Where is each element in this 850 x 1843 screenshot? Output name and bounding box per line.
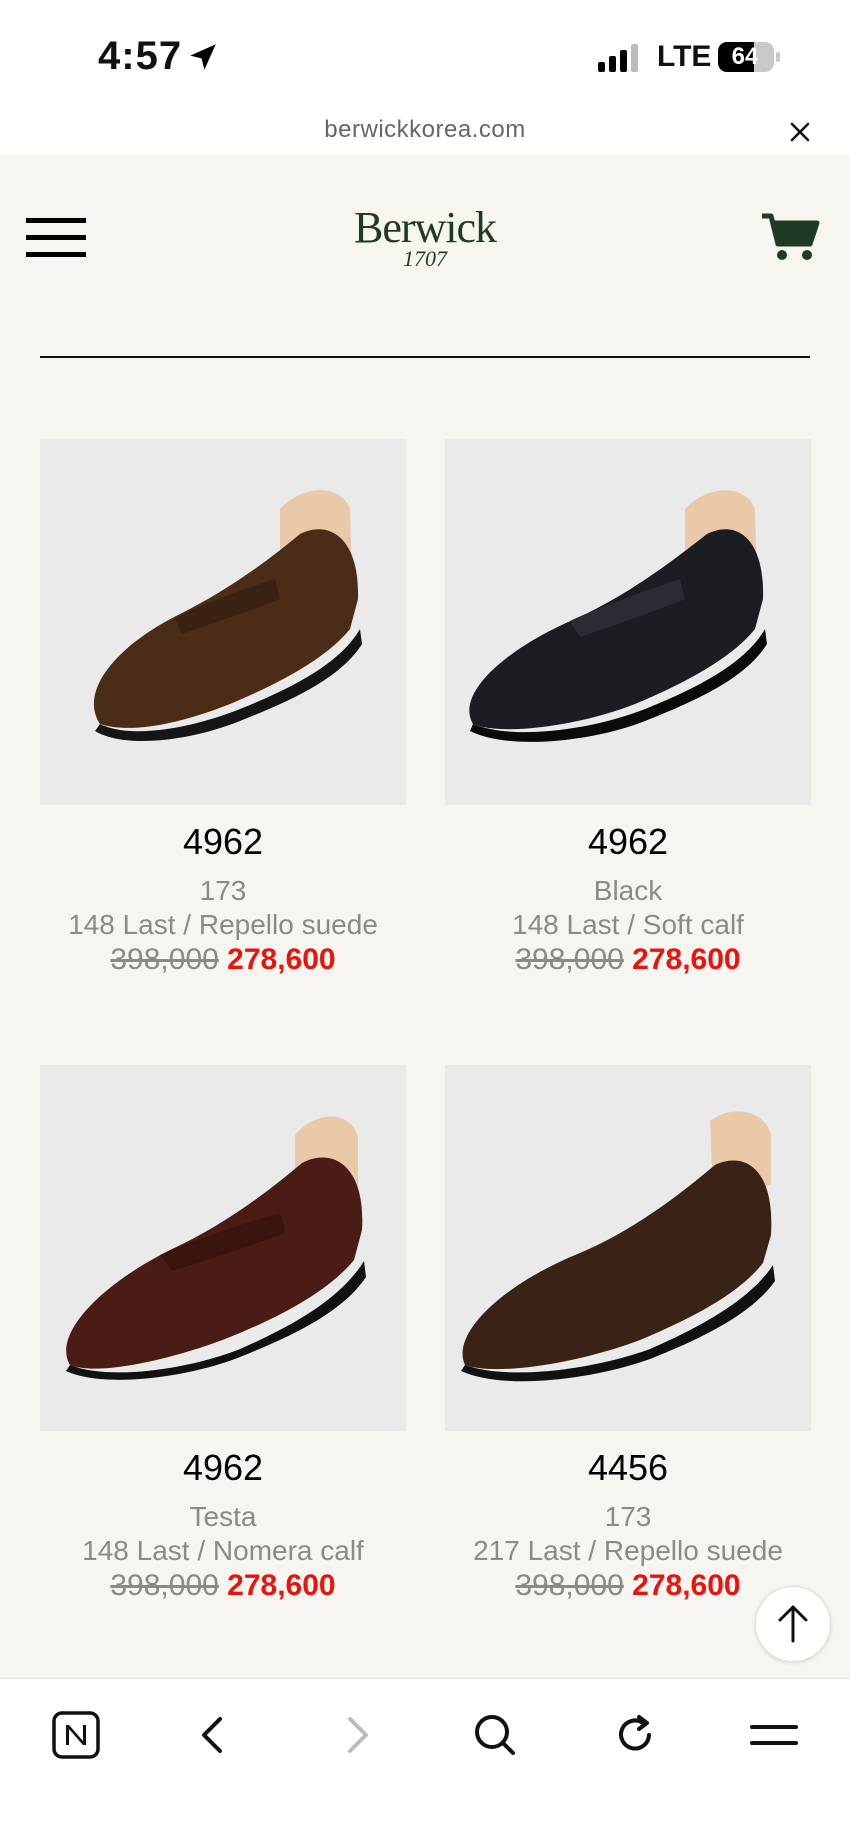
scroll-to-top-button[interactable] bbox=[755, 1586, 831, 1662]
sale-price: 278,600 bbox=[227, 1569, 336, 1602]
sale-price: 278,600 bbox=[632, 943, 741, 976]
product-model[interactable]: 4962 bbox=[445, 821, 811, 863]
network-type: LTE bbox=[657, 40, 712, 73]
original-price: 398,000 bbox=[110, 1569, 219, 1602]
search-icon[interactable] bbox=[465, 1705, 525, 1765]
refresh-icon[interactable] bbox=[605, 1705, 665, 1765]
arrow-up-icon bbox=[778, 1605, 808, 1643]
browser-url-bar: berwickkorea.com bbox=[0, 110, 850, 154]
product-price: 398,000 278,600 bbox=[445, 943, 811, 977]
menu-icon[interactable] bbox=[744, 1705, 804, 1765]
product-color: 173 bbox=[199, 875, 247, 906]
product-color: 173 bbox=[604, 1501, 652, 1532]
sale-price: 278,600 bbox=[632, 1569, 741, 1602]
browser-toolbar bbox=[0, 1678, 850, 1843]
product-model[interactable]: 4456 bbox=[445, 1447, 811, 1489]
product-spec: 148 Last / Nomera calf bbox=[82, 1535, 364, 1566]
product-price: 398,000 278,600 bbox=[40, 1569, 406, 1603]
original-price: 398,000 bbox=[515, 943, 624, 976]
logo-name: Berwick bbox=[353, 203, 497, 252]
product-spec: 217 Last / Repello suede bbox=[473, 1535, 783, 1566]
product-image[interactable] bbox=[40, 439, 406, 805]
product-model[interactable]: 4962 bbox=[40, 1447, 406, 1489]
hamburger-menu-icon[interactable] bbox=[26, 216, 86, 260]
product-image[interactable] bbox=[40, 1065, 406, 1431]
product-image[interactable] bbox=[445, 439, 811, 805]
sale-price: 278,600 bbox=[227, 943, 336, 976]
product-color: Black bbox=[593, 875, 663, 906]
location-arrow-icon bbox=[190, 44, 216, 70]
url-text[interactable]: berwickkorea.com bbox=[0, 116, 850, 144]
cart-icon[interactable] bbox=[760, 210, 820, 264]
battery-level: 64 bbox=[731, 43, 759, 70]
site-header: Berwick 1707 bbox=[0, 154, 850, 314]
product-price: 398,000 278,600 bbox=[40, 943, 406, 977]
section-divider bbox=[40, 356, 810, 358]
back-icon[interactable] bbox=[184, 1705, 244, 1765]
product-spec: 148 Last / Repello suede bbox=[68, 909, 378, 940]
product-color: Testa bbox=[189, 1501, 257, 1532]
original-price: 398,000 bbox=[110, 943, 219, 976]
product-card[interactable]: 4962 Black 148 Last / Soft calf 398,000 … bbox=[445, 439, 811, 977]
forward-icon[interactable] bbox=[326, 1705, 386, 1765]
product-card[interactable]: 4962 Testa 148 Last / Nomera calf 398,00… bbox=[40, 1065, 406, 1603]
close-icon[interactable] bbox=[786, 118, 814, 146]
product-image[interactable] bbox=[445, 1065, 811, 1431]
brand-logo[interactable]: Berwick 1707 bbox=[330, 206, 520, 286]
product-card[interactable]: 4962 173 148 Last / Repello suede 398,00… bbox=[40, 439, 406, 977]
original-price: 398,000 bbox=[515, 1569, 624, 1602]
product-model[interactable]: 4962 bbox=[40, 821, 406, 863]
naver-icon[interactable] bbox=[46, 1705, 106, 1765]
product-card[interactable]: 4456 173 217 Last / Repello suede 398,00… bbox=[445, 1065, 811, 1603]
signal-icon bbox=[598, 44, 638, 72]
status-bar: 4:57 LTE 64 bbox=[0, 0, 850, 110]
product-spec: 148 Last / Soft calf bbox=[512, 909, 744, 940]
clock: 4:57 bbox=[98, 34, 183, 78]
